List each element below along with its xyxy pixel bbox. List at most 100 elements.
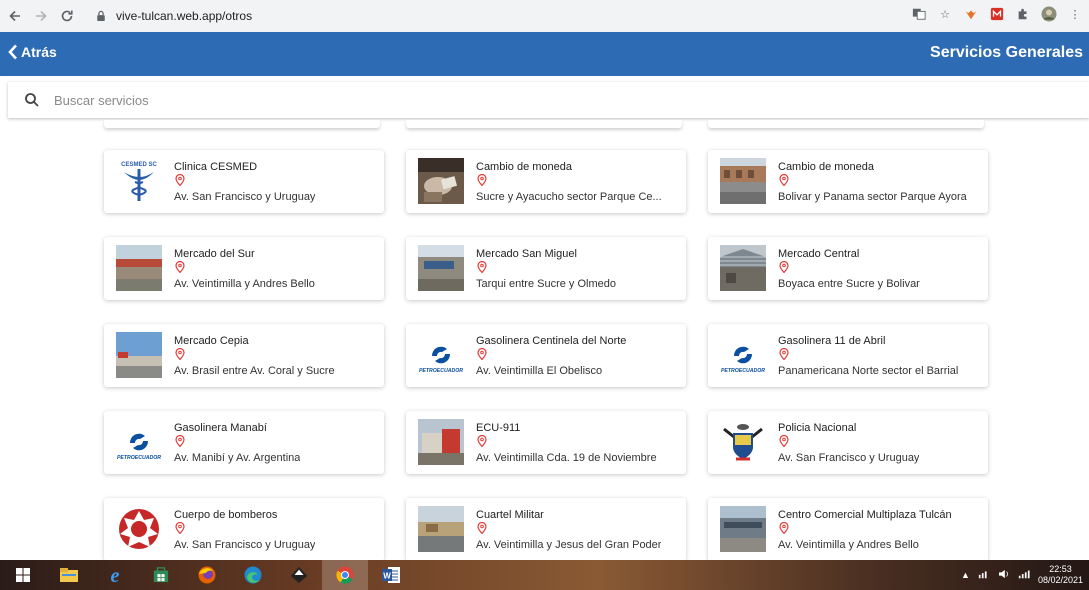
service-card[interactable]: Cuerpo de bomberos Av. San Francisco y U… [104, 498, 384, 560]
svg-text:PETROECUADOR: PETROECUADOR [721, 368, 765, 374]
location-pin-icon [477, 522, 487, 534]
translate-icon[interactable] [911, 6, 927, 22]
card-address: Av. San Francisco y Uruguay [174, 539, 316, 551]
card-title: Clinica CESMED [174, 161, 258, 173]
location-pin-icon [175, 348, 185, 360]
forward-arrow-icon[interactable] [30, 5, 52, 27]
network-icon[interactable] [978, 569, 990, 581]
card-address: Av. Veintimilla y Jesus del Gran Poder [476, 539, 662, 551]
service-card[interactable]: PETROECUADOR Gasolinera 11 de Abril Pana… [708, 324, 988, 387]
petroecuador-logo: PETROECUADOR [720, 332, 766, 378]
svg-text:e: e [111, 565, 120, 585]
card-partial[interactable] [406, 120, 682, 128]
card-title: Centro Comercial Multiplaza Tulcán [778, 509, 952, 521]
chevron-left-icon [8, 44, 17, 60]
service-card[interactable]: CESMED SC Clinica CESMED Av. San Francis… [104, 150, 384, 213]
photo-ecu-thumb [418, 419, 464, 465]
location-pin-icon [779, 348, 789, 360]
service-card[interactable]: PETROECUADOR Gasolinera Manabí Av. Manib… [104, 411, 384, 474]
chevron-up-icon[interactable]: ▲ [961, 570, 970, 580]
location-pin-icon [779, 435, 789, 447]
photo-market-thumb [116, 245, 162, 291]
location-pin-icon [175, 261, 185, 273]
card-address: Av. Manibí y Av. Argentina [174, 452, 301, 464]
ecuador-shield-logo [720, 419, 766, 465]
svg-text:W: W [383, 572, 391, 581]
services-list: CESMED SC Clinica CESMED Av. San Francis… [0, 120, 1089, 560]
card-title: Mercado del Sur [174, 248, 255, 260]
service-card[interactable]: PETROECUADOR Gasolinera Centinela del No… [406, 324, 686, 387]
card-partial[interactable] [708, 120, 984, 128]
card-address: Av. San Francisco y Uruguay [174, 191, 316, 203]
back-label: Atrás [21, 44, 57, 60]
edge-icon[interactable] [230, 560, 276, 590]
card-title: Mercado Central [778, 248, 860, 260]
inkscape-icon[interactable] [276, 560, 322, 590]
service-card[interactable]: Mercado San Miguel Tarqui entre Sucre y … [406, 237, 686, 300]
card-address: Bolivar y Panama sector Parque Ayora [778, 191, 967, 203]
service-card[interactable]: Centro Comercial Multiplaza Tulcán Av. V… [708, 498, 988, 560]
profile-avatar-icon[interactable] [1041, 6, 1057, 22]
page-title: Servicios Generales [930, 44, 1083, 61]
svg-text:PETROECUADOR: PETROECUADOR [117, 455, 161, 461]
card-address: Panamericana Norte sector el Barrial [778, 365, 959, 377]
signal-icon[interactable] [1018, 569, 1030, 581]
windows-taskbar: e W ▲ 22:53 08/02/2021 [0, 560, 1089, 590]
petroecuador-logo: PETROECUADOR [116, 419, 162, 465]
system-tray: ▲ 22:53 08/02/2021 [961, 560, 1083, 590]
internet-explorer-icon[interactable]: e [92, 560, 138, 590]
clock-time: 22:53 [1049, 564, 1072, 574]
card-partial[interactable] [104, 120, 380, 128]
menu-dots-icon[interactable]: ⋮ [1067, 6, 1083, 22]
location-pin-icon [477, 174, 487, 186]
location-pin-icon [477, 261, 487, 273]
photo-building-thumb [418, 245, 464, 291]
chrome-icon[interactable] [322, 560, 368, 590]
word-icon[interactable]: W [368, 560, 414, 590]
search-input[interactable] [54, 92, 454, 108]
address-bar[interactable]: vive-tulcan.web.app/otros [94, 4, 954, 28]
windows-start-icon[interactable] [0, 560, 46, 590]
card-address: Av. Veintimilla El Obelisco [476, 365, 603, 377]
search-icon [25, 93, 39, 107]
photo-mall-thumb [720, 506, 766, 552]
card-title: Gasolinera Manabí [174, 422, 267, 434]
service-card[interactable]: Mercado Central Boyaca entre Sucre y Bol… [708, 237, 988, 300]
photo-sky-thumb [116, 332, 162, 378]
volume-icon[interactable] [998, 569, 1010, 581]
card-title: Gasolinera 11 de Abril [778, 335, 886, 347]
location-pin-icon [779, 522, 789, 534]
service-card[interactable]: Policia Nacional Av. San Francisco y Uru… [708, 411, 988, 474]
service-card[interactable]: Cambio de moneda Sucre y Ayacucho sector… [406, 150, 686, 213]
url-text: vive-tulcan.web.app/otros [116, 9, 253, 23]
svg-text:PETROECUADOR: PETROECUADOR [419, 368, 463, 374]
location-pin-icon [175, 174, 185, 186]
file-explorer-icon[interactable] [46, 560, 92, 590]
back-button[interactable]: Atrás [8, 44, 57, 60]
card-title: Mercado Cepia [174, 335, 249, 347]
card-title: Cuerpo de bomberos [174, 509, 278, 521]
puzzle-extension-icon[interactable] [1015, 6, 1031, 22]
card-address: Av. Veintimilla Cda. 19 de Noviembre [476, 452, 657, 464]
card-address: Av. Veintimilla y Andres Bello [174, 278, 315, 290]
system-clock[interactable]: 22:53 08/02/2021 [1038, 564, 1083, 586]
star-icon[interactable]: ☆ [937, 6, 953, 22]
reload-icon[interactable] [56, 5, 78, 27]
browser-toolbar: vive-tulcan.web.app/otros ☆ ⋮ [0, 0, 1089, 32]
photo-money-thumb [418, 158, 464, 204]
red-extension-icon[interactable] [989, 6, 1005, 22]
card-title: Cuartel Militar [476, 509, 544, 521]
firefox-icon[interactable] [184, 560, 230, 590]
back-arrow-icon[interactable] [4, 5, 26, 27]
service-card[interactable]: Cambio de moneda Bolivar y Panama sector… [708, 150, 988, 213]
location-pin-icon [779, 174, 789, 186]
service-card[interactable]: Mercado Cepia Av. Brasil entre Av. Coral… [104, 324, 384, 387]
service-card[interactable]: ECU-911 Av. Veintimilla Cda. 19 de Novie… [406, 411, 686, 474]
store-icon[interactable] [138, 560, 184, 590]
service-card[interactable]: Mercado del Sur Av. Veintimilla y Andres… [104, 237, 384, 300]
card-address: Sucre y Ayacucho sector Parque Ce... [476, 191, 662, 203]
lock-icon [94, 9, 108, 23]
fox-extension-icon[interactable] [963, 6, 979, 22]
card-title: Cambio de moneda [778, 161, 875, 173]
service-card[interactable]: Cuartel Militar Av. Veintimilla y Jesus … [406, 498, 686, 560]
